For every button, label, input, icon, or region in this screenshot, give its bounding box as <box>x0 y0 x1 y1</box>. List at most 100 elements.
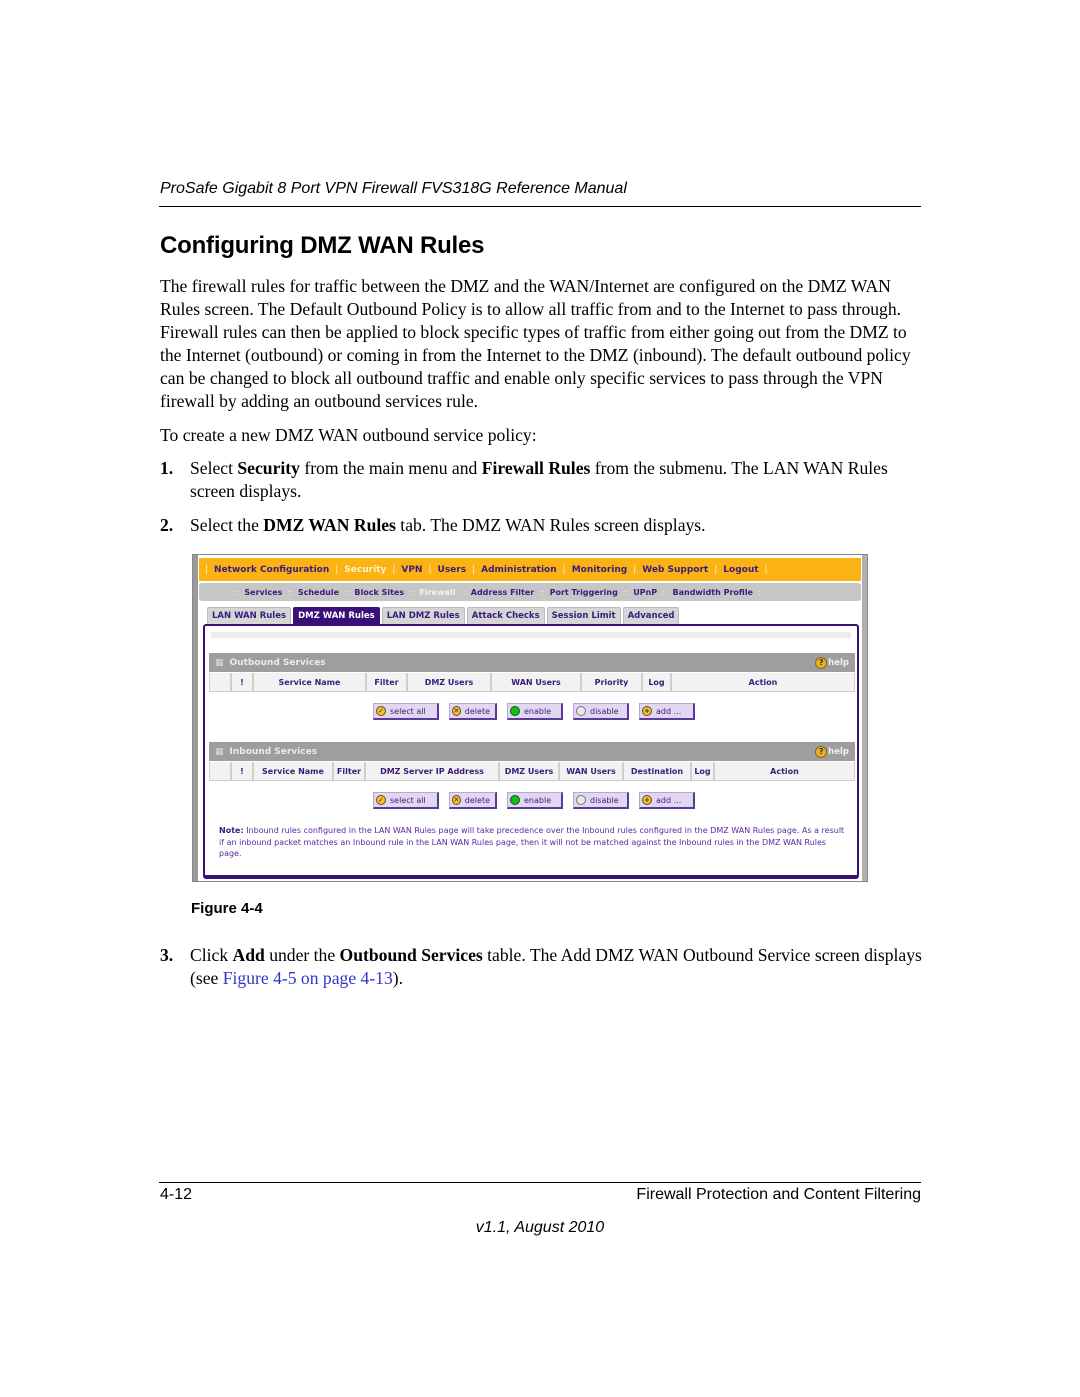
enable-icon <box>510 706 520 716</box>
inbound-enable-button[interactable]: enable <box>507 792 563 809</box>
step-text: Select Security from the main menu and F… <box>190 458 888 501</box>
column-header <box>209 762 231 781</box>
tab-lan-wan-rules[interactable]: LAN WAN Rules <box>207 607 292 624</box>
menu-monitoring[interactable]: Monitoring <box>572 565 628 575</box>
inbound-actions: ✓ select all ✕ delete enable disable + add … <box>373 792 695 809</box>
dmz-wan-rules-panel: ▦ Outbound Services ? help ! Service Name… <box>203 624 859 879</box>
outbound-add-button[interactable]: + add ... <box>639 703 695 720</box>
step-1: 1. Select Security from the main menu an… <box>160 457 922 503</box>
column-header: Filter <box>366 673 407 692</box>
lead-in: To create a new DMZ WAN outbound service… <box>160 425 537 445</box>
manual-title: ProSafe Gigabit 8 Port VPN Firewall FVS3… <box>160 180 627 197</box>
grid-icon: ▦ <box>215 657 224 668</box>
disable-icon <box>576 795 586 805</box>
tab-lan-dmz-rules[interactable]: LAN DMZ Rules <box>381 607 465 624</box>
menu-logout[interactable]: Logout <box>723 565 758 575</box>
column-header: DMZ Users <box>407 673 491 692</box>
check-icon: ✓ <box>376 795 386 805</box>
column-header: Action <box>714 762 855 781</box>
outbound-disable-button[interactable]: disable <box>573 703 629 720</box>
step-text: Click Add under the Outbound Services ta… <box>190 945 922 988</box>
rule-tabs: LAN WAN Rules DMZ WAN Rules LAN DMZ Rule… <box>207 607 681 624</box>
step-text: Select the DMZ WAN Rules tab. The DMZ WA… <box>190 515 706 535</box>
column-header: ! <box>231 673 253 692</box>
version-date: v1.1, August 2010 <box>475 1219 605 1236</box>
submenu-services[interactable]: Services <box>244 588 282 597</box>
inbound-help-link[interactable]: ? help <box>815 745 849 758</box>
check-icon: ✓ <box>376 706 386 716</box>
step-number: 1. <box>160 458 174 478</box>
page-number: 4-12 <box>160 1186 193 1203</box>
tab-session-limit[interactable]: Session Limit <box>546 607 621 624</box>
column-header: DMZ Users <box>499 762 559 781</box>
column-header: DMZ Server IP Address <box>365 762 499 781</box>
outbound-help-link[interactable]: ? help <box>815 656 849 669</box>
outbound-enable-button[interactable]: enable <box>507 703 563 720</box>
column-header: Filter <box>333 762 365 781</box>
help-icon: ? <box>815 656 828 669</box>
submenu-address-filter[interactable]: Address Filter <box>471 588 534 597</box>
submenu-block-sites[interactable]: Block Sites <box>354 588 404 597</box>
submenu-schedule[interactable]: Schedule <box>298 588 339 597</box>
inbound-table-header: ! Service Name Filter DMZ Server IP Addr… <box>209 762 855 781</box>
menu-vpn[interactable]: VPN <box>401 565 422 575</box>
intro-paragraph: The firewall rules for traffic between t… <box>160 276 911 411</box>
inbound-add-button[interactable]: + add ... <box>639 792 695 809</box>
header-rule <box>159 206 921 207</box>
delete-icon: ✕ <box>452 706 461 716</box>
section-title: Configuring DMZ WAN Rules <box>160 232 485 259</box>
chapter-title: Firewall Protection and Content Filterin… <box>636 1186 921 1203</box>
step-3: 3. Click Add under the Outbound Services… <box>160 944 922 990</box>
tab-advanced[interactable]: Advanced <box>622 607 680 624</box>
outbound-table-header: ! Service Name Filter DMZ Users WAN User… <box>209 673 855 692</box>
inbound-disable-button[interactable]: disable <box>573 792 629 809</box>
step-number: 2. <box>160 515 174 535</box>
top-menu: | Network Configuration | Security | VPN | … <box>199 558 861 581</box>
inbound-precedence-note: Note: Inbound rules configured in the LA… <box>219 826 845 858</box>
column-header: WAN Users <box>491 673 581 692</box>
figure-screenshot: | Network Configuration | Security | VPN | … <box>192 554 868 882</box>
figure-4-5-link[interactable]: Figure 4-5 on page 4-13 <box>223 968 393 988</box>
column-header <box>209 673 231 692</box>
inbound-delete-button[interactable]: ✕ delete <box>449 792 497 809</box>
column-header: Priority <box>581 673 642 692</box>
menu-network-configuration[interactable]: Network Configuration <box>214 565 329 575</box>
submenu-upnp[interactable]: UPnP <box>633 588 657 597</box>
outbound-services-title: Outbound Services <box>229 657 326 668</box>
column-header: Action <box>671 673 855 692</box>
add-icon: + <box>642 706 652 716</box>
outbound-actions: ✓ select all ✕ delete enable disable + add … <box>373 703 695 720</box>
column-header: Log <box>691 762 714 781</box>
help-icon: ? <box>815 745 828 758</box>
menu-security[interactable]: Security <box>344 565 386 575</box>
add-icon: + <box>642 795 652 805</box>
column-header: Service Name <box>253 762 333 781</box>
outbound-services-header: ▦ Outbound Services ? help <box>209 653 855 672</box>
footer-rule <box>159 1182 921 1183</box>
column-header: ! <box>231 762 253 781</box>
grid-icon: ▦ <box>215 746 224 757</box>
submenu-firewall[interactable]: Firewall <box>420 588 456 597</box>
menu-users[interactable]: Users <box>438 565 467 575</box>
inbound-services-title: Inbound Services <box>229 746 318 757</box>
outbound-delete-button[interactable]: ✕ delete <box>449 703 497 720</box>
disable-icon <box>576 706 586 716</box>
menu-administration[interactable]: Administration <box>481 565 557 575</box>
inbound-services-header: ▦ Inbound Services ? help <box>209 742 855 761</box>
outbound-select-all-button[interactable]: ✓ select all <box>373 703 439 720</box>
sub-menu: :: Services :: Schedule :: Block Sites :: Fi… <box>199 583 861 601</box>
column-header: Log <box>642 673 671 692</box>
submenu-bandwidth-profile[interactable]: Bandwidth Profile <box>673 588 753 597</box>
tab-dmz-wan-rules[interactable]: DMZ WAN Rules <box>293 607 380 624</box>
column-header: Destination <box>623 762 691 781</box>
step-number: 3. <box>160 945 174 965</box>
submenu-port-triggering[interactable]: Port Triggering <box>550 588 618 597</box>
menu-web-support[interactable]: Web Support <box>642 565 708 575</box>
column-header: Service Name <box>253 673 366 692</box>
step-2: 2. Select the DMZ WAN Rules tab. The DMZ… <box>160 514 922 537</box>
column-header: WAN Users <box>559 762 623 781</box>
enable-icon <box>510 795 520 805</box>
inbound-select-all-button[interactable]: ✓ select all <box>373 792 439 809</box>
figure-label: Figure 4-4 <box>191 900 263 917</box>
tab-attack-checks[interactable]: Attack Checks <box>466 607 545 624</box>
